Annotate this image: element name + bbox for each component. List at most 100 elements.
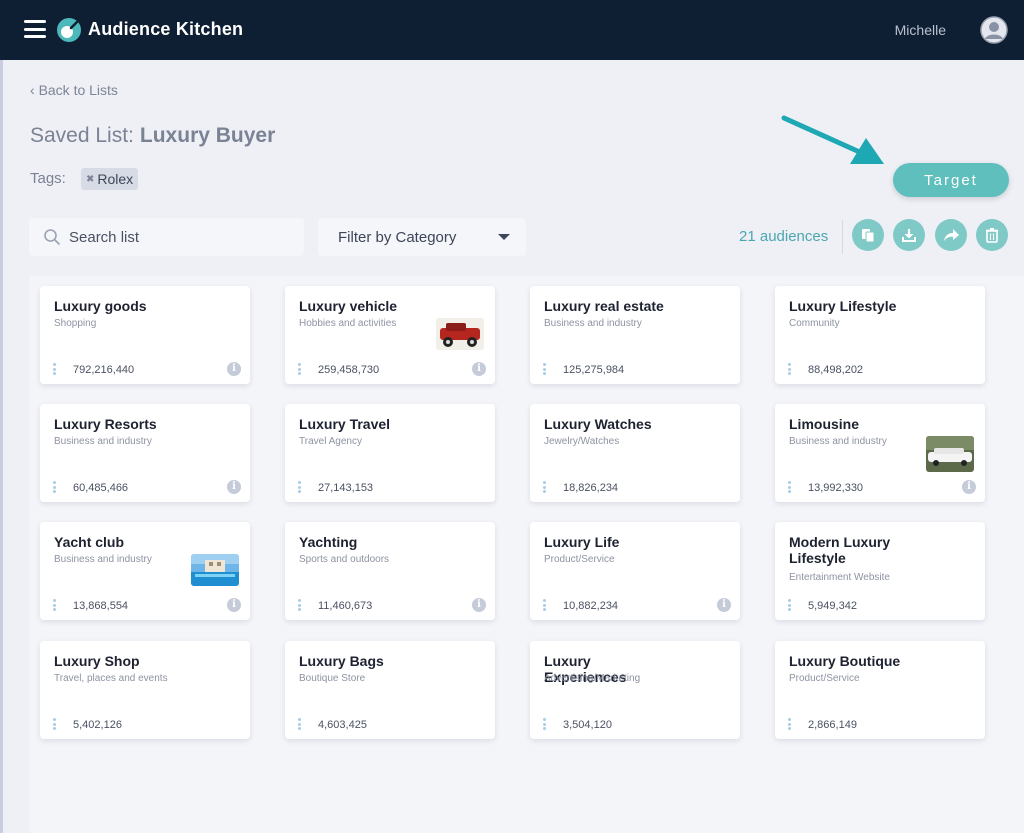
arrow-icon: [781, 115, 884, 164]
more-options-icon[interactable]: [298, 718, 301, 730]
search-icon: [44, 229, 60, 245]
audience-name: Luxury vehicle: [299, 298, 398, 314]
more-options-icon[interactable]: [788, 718, 791, 730]
audience-card[interactable]: Luxury Experiences Advertising/Marketing 3…: [530, 641, 740, 739]
chevron-left-icon: ‹: [30, 82, 39, 98]
more-options-icon[interactable]: [788, 481, 791, 493]
logo-icon: [57, 18, 81, 42]
user-name[interactable]: Michelle: [895, 22, 946, 38]
audience-card[interactable]: Luxury real estate Business and industry 1…: [530, 286, 740, 384]
audience-name: Luxury goods: [54, 298, 147, 314]
more-options-icon[interactable]: [543, 481, 546, 493]
audience-name: Luxury Life: [544, 534, 620, 550]
audience-card[interactable]: Luxury Bags Boutique Store 4,603,425: [285, 641, 495, 739]
audience-category: Travel Agency: [299, 436, 362, 447]
avatar-icon[interactable]: [980, 16, 1008, 44]
audience-thumbnail: [191, 554, 239, 586]
more-options-icon[interactable]: [543, 363, 546, 375]
audience-name: Luxury Travel: [299, 416, 391, 432]
audience-category: Product/Service: [789, 673, 860, 684]
copy-button[interactable]: [852, 219, 884, 251]
audience-size: 18,826,234: [563, 482, 619, 494]
audience-grid: Luxury goods Shopping 792,216,440 i Luxury v…: [29, 276, 1024, 833]
target-button[interactable]: Target: [893, 163, 1009, 197]
more-options-icon[interactable]: [788, 599, 791, 611]
audience-card[interactable]: Luxury goods Shopping 792,216,440 i: [40, 286, 250, 384]
more-options-icon[interactable]: [298, 363, 301, 375]
more-options-icon[interactable]: [543, 718, 546, 730]
audience-card[interactable]: Yachting Sports and outdoors 11,460,673 i: [285, 522, 495, 620]
download-icon: [902, 229, 916, 242]
audience-category: Sports and outdoors: [299, 554, 390, 565]
audience-card[interactable]: Luxury Boutique Product/Service 2,866,149: [775, 641, 985, 739]
info-icon[interactable]: i: [227, 480, 241, 494]
audience-size: 5,949,342: [808, 600, 857, 612]
download-button[interactable]: [893, 219, 925, 251]
audience-thumbnail: [926, 436, 974, 472]
more-options-icon[interactable]: [53, 481, 56, 493]
audience-name: Luxury Watches: [544, 416, 652, 432]
audience-category: Boutique Store: [299, 673, 366, 684]
back-label: Back to Lists: [38, 82, 118, 98]
more-options-icon[interactable]: [788, 363, 791, 375]
filter-label: Filter by Category: [338, 228, 457, 246]
audience-size: 259,458,730: [318, 364, 380, 376]
audience-card[interactable]: Yacht club Business and industry 13,868,55…: [40, 522, 250, 620]
audience-size: 13,868,554: [73, 600, 129, 612]
top-bar: Audience Kitchen Michelle: [0, 0, 1024, 60]
audience-card[interactable]: Luxury Lifestyle Community 88,498,202: [775, 286, 985, 384]
left-edge: [0, 60, 3, 833]
app-title: Audience Kitchen: [88, 19, 244, 39]
info-icon[interactable]: i: [227, 598, 241, 612]
tag-label: Rolex: [97, 171, 134, 187]
audience-card[interactable]: Luxury Watches Jewelry/Watches 18,826,234: [530, 404, 740, 502]
remove-tag-icon[interactable]: ✖: [86, 174, 94, 185]
audience-size: 60,485,466: [73, 482, 129, 494]
audience-category: Product/Service: [544, 554, 615, 565]
audience-card[interactable]: Luxury Shop Travel, places and events 5,40…: [40, 641, 250, 739]
search-input[interactable]: [69, 228, 289, 246]
info-icon[interactable]: i: [227, 362, 241, 376]
info-icon[interactable]: i: [472, 598, 486, 612]
audience-size: 88,498,202: [808, 364, 864, 376]
search-box[interactable]: [29, 218, 304, 256]
audience-card[interactable]: Modern Luxury Lifestyle Entertainment Web…: [775, 522, 985, 620]
audience-name: Modern Luxury Lifestyle: [789, 534, 891, 566]
more-options-icon[interactable]: [298, 599, 301, 611]
audience-category: Shopping: [54, 318, 97, 329]
audience-size: 11,460,673: [318, 600, 373, 612]
audience-thumbnail: [436, 318, 484, 350]
more-options-icon[interactable]: [543, 599, 546, 611]
share-button[interactable]: [935, 219, 967, 251]
more-options-icon[interactable]: [53, 363, 56, 375]
audience-card[interactable]: Luxury Travel Travel Agency 27,143,153: [285, 404, 495, 502]
audience-card[interactable]: Luxury vehicle Hobbies and activities 259,…: [285, 286, 495, 384]
audience-count: 21 audiences: [739, 228, 829, 245]
delete-button[interactable]: [976, 219, 1008, 251]
audience-category: Hobbies and activities: [299, 318, 397, 329]
audience-name: Yachting: [299, 534, 358, 550]
filter-by-category-select[interactable]: Filter by Category: [318, 218, 526, 256]
audience-category: Entertainment Website: [789, 572, 890, 583]
info-icon[interactable]: i: [472, 362, 486, 376]
audience-name: Luxury Boutique: [789, 653, 901, 669]
audience-size: 5,402,126: [73, 719, 122, 731]
more-options-icon[interactable]: [298, 481, 301, 493]
menu-icon[interactable]: [24, 20, 46, 38]
title-label: Saved List:: [30, 124, 134, 147]
more-options-icon[interactable]: [53, 718, 56, 730]
audience-size: 27,143,153: [318, 482, 374, 494]
audience-category: Business and industry: [789, 436, 887, 447]
info-icon[interactable]: i: [962, 480, 976, 494]
audience-card[interactable]: Luxury Resorts Business and industry 60,48…: [40, 404, 250, 502]
audience-size: 3,504,120: [563, 719, 612, 731]
audience-card[interactable]: Luxury Life Product/Service 10,882,234 i: [530, 522, 740, 620]
audience-category: Business and industry: [54, 436, 152, 447]
more-options-icon[interactable]: [53, 599, 56, 611]
info-icon[interactable]: i: [717, 598, 731, 612]
audience-category: Jewelry/Watches: [544, 436, 620, 447]
audience-name: Limousine: [789, 416, 860, 432]
tag-chip: ✖ Rolex: [81, 168, 139, 190]
audience-card[interactable]: Limousine Business and industry 13,992,330…: [775, 404, 985, 502]
back-to-lists-link[interactable]: ‹ Back to Lists: [30, 82, 118, 98]
